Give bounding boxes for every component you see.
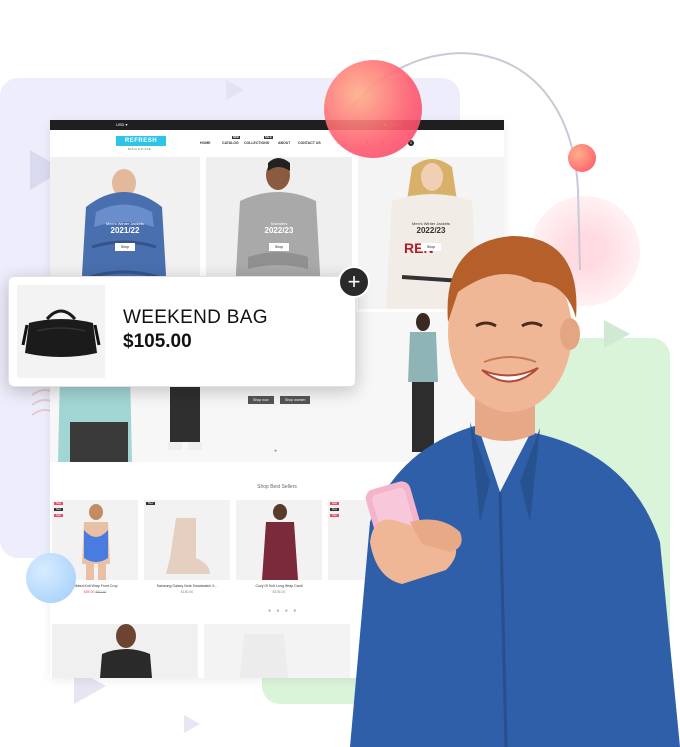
model-bottom-left [100,624,152,678]
nav-item-about[interactable]: ABOUT [278,141,290,145]
decorative-orb-large [324,60,422,158]
currency-selector[interactable]: USD ▾ [116,122,128,127]
product-price: $55.00 [83,590,95,594]
new-badge: New [54,508,64,511]
product-old-price: $60.00 [95,590,107,594]
carousel-dot[interactable]: ● [274,448,277,454]
nav-badge: NEW [232,136,240,139]
nav-item-contact[interactable]: CONTACT US [298,141,321,145]
bottom-tile[interactable] [52,624,198,678]
product-popup-card[interactable]: WEEKEND BAG $105.00 [8,276,356,387]
carousel-dots[interactable]: ● ● ● ● [268,608,298,614]
man-holding-phone [350,236,680,747]
product-image-swimsuit [82,504,110,580]
product-price: $105.00 [272,590,286,594]
decorative-triangle [184,715,200,733]
mockup-navbar: REFRESH MAGAZINE HOME NEW CATALOG SALE COL… [50,130,504,160]
hero-shop-button[interactable]: Shop [114,243,136,251]
nav-item-collections[interactable]: SALE COLLECTIONS [244,136,273,145]
sale-badge: Sale [54,514,64,517]
store-logo[interactable]: REFRESH [116,136,166,146]
product-image-cardigan [262,504,298,580]
product-card[interactable]: New [144,500,230,580]
decorative-orb-small [568,144,596,172]
product-price: $180.00 [180,590,194,594]
bottom-tile[interactable] [204,624,350,678]
product-name[interactable]: Cozy Of Knit Long Wrap Cardi [236,584,322,588]
hero-text-block: Men's Winter Jackets 2021/22 Shop [50,221,200,253]
nav-item-catalog[interactable]: NEW CATALOG [222,136,240,145]
nav-badge: SALE [264,136,273,139]
decorative-triangle [226,80,244,100]
decorative-orb-blue [26,553,76,603]
nav-item-home[interactable]: HOME [200,141,211,145]
product-price: $105.00 [123,331,192,352]
hero-shop-button[interactable]: Shop [268,243,290,251]
product-thumbnail [17,285,105,378]
hero-title: 2021/22 [110,226,140,235]
mockup-topbar: USD ▾ f ▶ ◎ in [50,120,504,130]
duffel-bag-icon [21,309,101,357]
sale-badge: Sale [54,502,64,505]
product-card[interactable] [236,500,322,580]
shop-women-button[interactable]: Shop women [280,396,311,404]
product-name: WEEKEND BAG [123,307,268,328]
model-bottom-center [240,634,288,678]
product-image-boot [166,518,210,574]
store-logo-subtitle: MAGAZINE [128,147,152,151]
new-badge: New [146,502,156,505]
shop-now-button[interactable]: Shop now [248,396,274,404]
product-name[interactable]: Samsung Galaxy Note Smartwatch X... [144,584,230,588]
